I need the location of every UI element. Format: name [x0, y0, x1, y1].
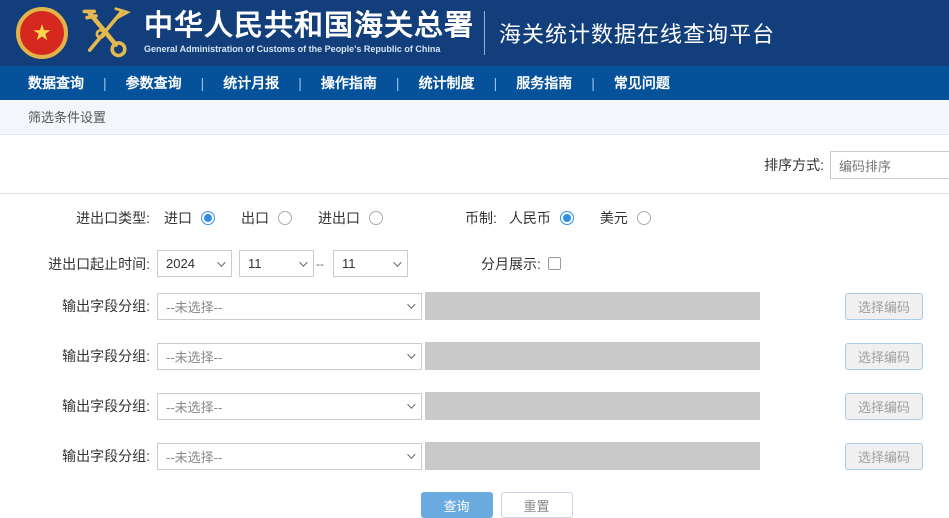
chevron-down-icon — [407, 400, 415, 408]
filter-form: 排序方式: 编码排序 进出口类型: 进口 出口 进出口 币制: 人民币 — [0, 151, 949, 518]
site-header: ★ 中华人民共和国海关总署 General Administration of … — [0, 0, 949, 66]
org-title-block: 中华人民共和国海关总署 General Administration of Cu… — [144, 11, 474, 55]
section-divider — [0, 193, 949, 194]
nav-item-param-query[interactable]: 参数查询 — [126, 73, 182, 93]
output-group-row-2: 输出字段分组: --未选择-- 选择编码 — [0, 342, 949, 370]
output-group-label: 输出字段分组: — [0, 396, 150, 416]
output-group-label: 输出字段分组: — [0, 296, 150, 316]
time-range-label: 进出口起止时间: — [0, 254, 150, 274]
end-month-value: 11 — [342, 256, 356, 271]
radio-import[interactable]: 进口 — [164, 208, 215, 228]
nav-item-statistics-system[interactable]: 统计制度 — [419, 73, 475, 93]
page-title: 筛选条件设置 — [28, 110, 106, 125]
radio-rmb[interactable]: 人民币 — [509, 208, 574, 228]
output-group-label: 输出字段分组: — [0, 346, 150, 366]
nav-separator: | — [591, 75, 595, 91]
nav-separator: | — [103, 75, 107, 91]
monthly-display-label: 分月展示: — [481, 254, 541, 274]
selected-codes-field-4 — [425, 442, 760, 470]
nav-separator: | — [494, 75, 498, 91]
sort-select[interactable]: 编码排序 — [830, 151, 949, 179]
nav-item-faq[interactable]: 常见问题 — [614, 73, 670, 93]
query-button[interactable]: 查询 — [421, 492, 493, 518]
chevron-down-icon — [299, 258, 307, 266]
radio-icon[interactable] — [278, 211, 292, 225]
customs-emblem-icon — [76, 6, 134, 60]
selected-codes-field-3 — [425, 392, 760, 420]
output-group-label: 输出字段分组: — [0, 446, 150, 466]
org-title: 中华人民共和国海关总署 — [144, 11, 474, 43]
sort-row: 排序方式: 编码排序 — [0, 151, 949, 179]
sort-select-value: 编码排序 — [839, 156, 891, 175]
radio-icon[interactable] — [560, 211, 574, 225]
form-actions: 查询 重置 — [0, 492, 949, 518]
year-select[interactable]: 2024 — [157, 250, 232, 277]
monthly-display-checkbox[interactable] — [548, 257, 561, 270]
currency-label: 币制: — [465, 208, 497, 228]
radio-icon[interactable] — [369, 211, 383, 225]
nav-separator: | — [201, 75, 205, 91]
start-month-select[interactable]: 11 — [239, 250, 314, 277]
output-group-row-3: 输出字段分组: --未选择-- 选择编码 — [0, 392, 949, 420]
start-month-value: 11 — [248, 256, 262, 271]
radio-icon[interactable] — [201, 211, 215, 225]
radio-import-export[interactable]: 进出口 — [318, 208, 383, 228]
choose-code-button-3[interactable]: 选择编码 — [845, 393, 923, 420]
trade-type-label: 进出口类型: — [0, 208, 150, 228]
output-group-select-2[interactable]: --未选择-- — [157, 343, 422, 370]
output-group-select-4[interactable]: --未选择-- — [157, 443, 422, 470]
range-separator: -- — [316, 257, 324, 271]
trade-type-row: 进出口类型: 进口 出口 进出口 币制: 人民币 美元 — [0, 208, 949, 228]
breadcrumb: 筛选条件设置 — [0, 100, 949, 135]
output-group-select-1[interactable]: --未选择-- — [157, 293, 422, 320]
chevron-down-icon — [393, 258, 401, 266]
choose-code-button-4[interactable]: 选择编码 — [845, 443, 923, 470]
reset-button[interactable]: 重置 — [501, 492, 573, 518]
header-divider — [484, 11, 485, 55]
output-groups: 输出字段分组: --未选择-- 选择编码 输出字段分组: --未选择-- 选择编… — [0, 292, 949, 470]
year-select-value: 2024 — [166, 256, 195, 271]
selected-codes-field-2 — [425, 342, 760, 370]
nav-item-data-query[interactable]: 数据查询 — [28, 73, 84, 93]
platform-title: 海关统计数据在线查询平台 — [499, 17, 775, 49]
site-logo[interactable]: ★ 中华人民共和国海关总署 General Administration of … — [16, 6, 775, 60]
national-emblem-icon: ★ — [16, 7, 68, 59]
choose-code-button-2[interactable]: 选择编码 — [845, 343, 923, 370]
choose-code-button-1[interactable]: 选择编码 — [845, 293, 923, 320]
output-group-row-1: 输出字段分组: --未选择-- 选择编码 — [0, 292, 949, 320]
main-nav: 数据查询 | 参数查询 | 统计月报 | 操作指南 | 统计制度 | 服务指南 … — [0, 66, 949, 100]
sort-label: 排序方式: — [764, 155, 824, 175]
end-month-select[interactable]: 11 — [333, 250, 408, 277]
chevron-down-icon — [407, 450, 415, 458]
nav-item-monthly-report[interactable]: 统计月报 — [223, 73, 279, 93]
selected-codes-field-1 — [425, 292, 760, 320]
output-group-select-3[interactable]: --未选择-- — [157, 393, 422, 420]
nav-separator: | — [298, 75, 302, 91]
nav-separator: | — [396, 75, 400, 91]
time-range-row: 进出口起止时间: 2024 11 -- 11 分月展示: — [0, 250, 949, 277]
radio-export[interactable]: 出口 — [241, 208, 292, 228]
chevron-down-icon — [217, 258, 225, 266]
output-group-row-4: 输出字段分组: --未选择-- 选择编码 — [0, 442, 949, 470]
radio-icon[interactable] — [637, 211, 651, 225]
chevron-down-icon — [407, 300, 415, 308]
org-subtitle: General Administration of Customs of the… — [144, 45, 474, 55]
nav-item-operation-guide[interactable]: 操作指南 — [321, 73, 377, 93]
radio-usd[interactable]: 美元 — [600, 208, 651, 228]
chevron-down-icon — [407, 350, 415, 358]
nav-item-service-guide[interactable]: 服务指南 — [516, 73, 572, 93]
